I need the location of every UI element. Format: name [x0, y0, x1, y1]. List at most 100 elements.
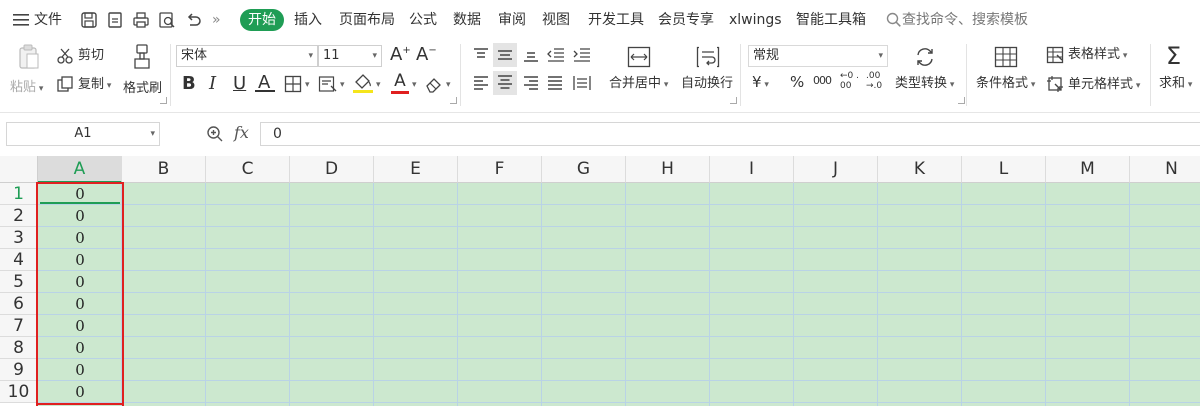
tab-member[interactable]: 会员专享 [658, 0, 714, 40]
thousands-separator-button[interactable]: 000 [813, 74, 832, 87]
column-header-h[interactable]: H [626, 156, 710, 183]
column-header-k[interactable]: K [878, 156, 962, 183]
increase-font-size-icon[interactable]: A+ [390, 44, 411, 65]
bold-button[interactable]: B [182, 73, 196, 94]
column-header-m[interactable]: M [1046, 156, 1130, 183]
column-header-l[interactable]: L [962, 156, 1046, 183]
column-header-i[interactable]: I [710, 156, 794, 183]
save-icon[interactable] [80, 11, 98, 29]
underline-button[interactable]: U [233, 73, 246, 94]
eraser-icon[interactable] [424, 75, 444, 97]
chevron-down-icon[interactable]: ▾ [446, 80, 451, 90]
column-header-d[interactable]: D [290, 156, 374, 183]
merge-center-button[interactable]: 合并居中 ▾ [606, 44, 672, 104]
align-bottom-icon[interactable] [522, 46, 540, 68]
font-name-select[interactable]: 宋体 ▾ [176, 45, 318, 67]
row-header-6[interactable]: 6 [0, 293, 38, 315]
font-color-icon[interactable]: A [390, 71, 410, 95]
decrease-font-size-icon[interactable]: A− [416, 44, 437, 65]
align-center-icon[interactable] [493, 71, 517, 95]
column-header-f[interactable]: F [458, 156, 542, 183]
formula-input[interactable]: 0 [260, 122, 1200, 146]
tab-review[interactable]: 审阅 [498, 0, 526, 40]
column-header-g[interactable]: G [542, 156, 626, 183]
zoom-formula-icon[interactable] [206, 125, 224, 147]
column-header-b[interactable]: B [122, 156, 206, 183]
increase-indent-icon[interactable] [572, 46, 592, 68]
row-header-1[interactable]: 1 [0, 183, 38, 205]
align-right-icon[interactable] [522, 74, 540, 96]
search-command-input[interactable]: 查找命令、搜索模板 [902, 0, 1028, 40]
number-format-select[interactable]: 常规 ▾ [748, 45, 888, 67]
type-convert-button[interactable]: 类型转换 ▾ [894, 44, 956, 104]
borders-icon[interactable] [284, 75, 302, 97]
tab-view[interactable]: 视图 [542, 0, 570, 40]
more-quick-access-icon[interactable]: » [212, 0, 221, 40]
copy-icon [56, 75, 74, 97]
tab-insert[interactable]: 插入 [294, 0, 322, 40]
paste-button[interactable]: 粘贴 ▾ [8, 44, 48, 104]
justify-icon[interactable] [546, 74, 564, 96]
chevron-down-icon: ▾ [878, 51, 883, 61]
conditional-format-button[interactable]: 条件格式 ▾ [974, 44, 1040, 104]
column-header-c[interactable]: C [206, 156, 290, 183]
ribbon-bottom-border [0, 112, 1200, 113]
row-header-2[interactable]: 2 [0, 205, 38, 227]
tab-xlwings[interactable]: xlwings [729, 0, 782, 40]
format-painter-button[interactable]: 格式刷 [120, 44, 164, 104]
select-all-corner[interactable] [0, 156, 38, 183]
tab-formulas[interactable]: 公式 [409, 0, 437, 40]
chevron-down-icon[interactable]: ▾ [412, 80, 417, 90]
distributed-align-icon[interactable] [572, 74, 592, 96]
undo-icon[interactable] [184, 11, 202, 29]
row-header-5[interactable]: 5 [0, 271, 38, 293]
align-top-icon[interactable] [472, 46, 490, 68]
currency-button[interactable]: ¥ ▾ [752, 74, 769, 93]
tab-developer[interactable]: 开发工具 [588, 0, 644, 40]
row-header-8[interactable]: 8 [0, 337, 38, 359]
print-preview-icon[interactable] [158, 11, 176, 29]
row-header-3[interactable]: 3 [0, 227, 38, 249]
column-header-e[interactable]: E [374, 156, 458, 183]
number-format-value: 常规 [753, 48, 780, 63]
fx-icon[interactable]: fx [234, 123, 249, 142]
font-size-select[interactable]: 11 ▾ [318, 45, 382, 67]
file-menu[interactable]: 文件 [34, 0, 62, 40]
column-header-a[interactable]: A [38, 156, 122, 183]
row-header-7[interactable]: 7 [0, 315, 38, 337]
row-header-10[interactable]: 10 [0, 381, 38, 403]
cell-area[interactable] [38, 183, 1200, 406]
column-header-j[interactable]: J [794, 156, 878, 183]
print-icon[interactable] [132, 11, 150, 29]
tab-data[interactable]: 数据 [453, 0, 481, 40]
decrease-indent-icon[interactable] [546, 46, 566, 68]
chevron-down-icon[interactable]: ▾ [305, 80, 310, 90]
number-dialog-launcher[interactable] [958, 97, 965, 104]
decrease-decimal-button[interactable]: .00 →.0 [866, 71, 886, 91]
tab-home[interactable]: 开始 [240, 9, 284, 31]
row-header-4[interactable]: 4 [0, 249, 38, 271]
strikethrough-button[interactable]: A [255, 72, 275, 93]
export-pdf-icon[interactable] [106, 11, 124, 29]
clipboard-dialog-launcher[interactable] [160, 97, 167, 104]
align-left-icon[interactable] [472, 74, 490, 96]
alignment-dialog-launcher[interactable] [730, 97, 737, 104]
align-middle-icon[interactable] [493, 43, 517, 67]
percent-button[interactable]: % [790, 74, 804, 90]
search-icon[interactable] [886, 12, 902, 28]
wrap-text-button[interactable]: 自动换行 [680, 44, 736, 104]
tab-smart-toolbox[interactable]: 智能工具箱 [796, 0, 866, 40]
sum-button[interactable]: Σ 求和 ▾ [1156, 42, 1200, 104]
increase-decimal-button[interactable]: ←0 .00 [840, 71, 860, 91]
row-header-9[interactable]: 9 [0, 359, 38, 381]
name-box[interactable]: A1 ▾ [6, 122, 160, 146]
font-dialog-launcher[interactable] [450, 97, 457, 104]
italic-button[interactable]: I [209, 73, 216, 94]
cell-pattern-icon[interactable] [318, 75, 338, 97]
column-header-n[interactable]: N [1130, 156, 1200, 183]
hamburger-menu-icon[interactable] [12, 12, 30, 28]
chevron-down-icon[interactable]: ▾ [376, 80, 381, 90]
tab-page-layout[interactable]: 页面布局 [339, 0, 395, 40]
fill-color-icon[interactable] [352, 72, 374, 98]
chevron-down-icon[interactable]: ▾ [340, 80, 345, 90]
